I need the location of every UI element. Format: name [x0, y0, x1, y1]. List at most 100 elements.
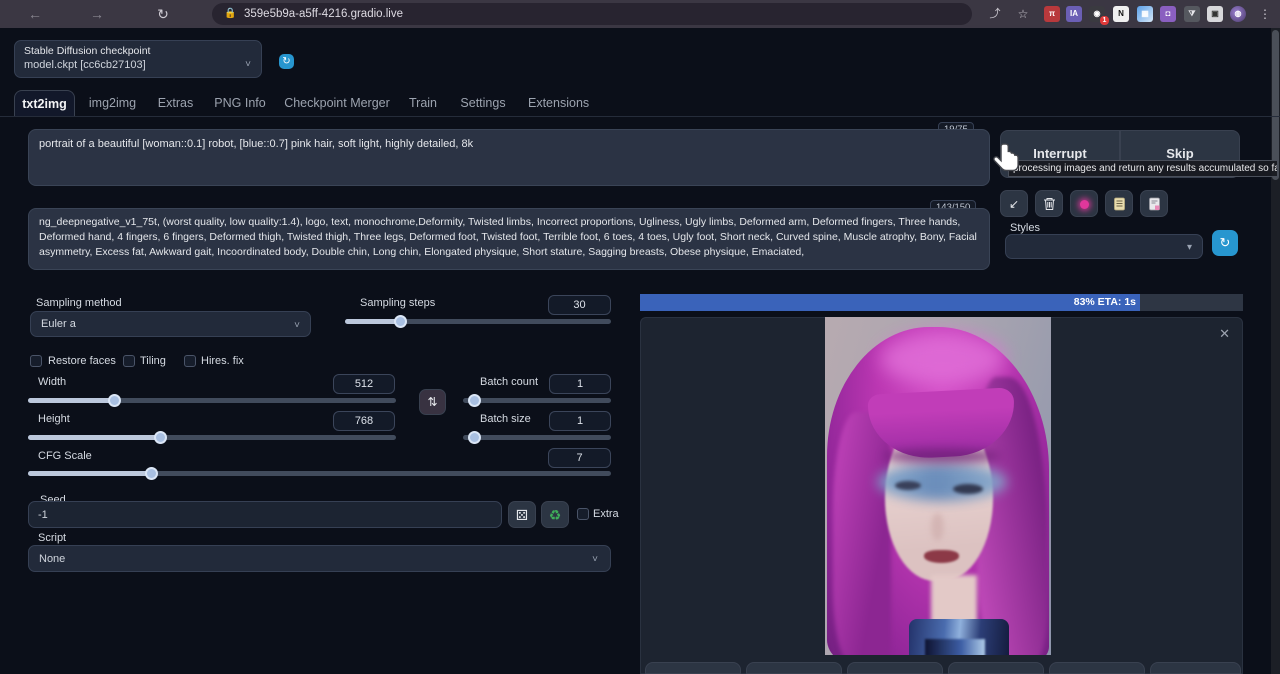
restore-faces-checkbox[interactable] [30, 355, 42, 367]
seed-input[interactable]: -1 [28, 501, 502, 528]
hires-fix-checkbox[interactable] [184, 355, 196, 367]
sampling-steps-value[interactable]: 30 [548, 295, 611, 315]
extension-glyph: π [1049, 9, 1055, 18]
trash-icon [1043, 197, 1056, 211]
batch-size-value[interactable]: 1 [549, 411, 611, 431]
seed-extra-label: Extra [593, 508, 619, 520]
sampling-method-label: Sampling method [36, 297, 122, 309]
extension-icon[interactable]: N [1113, 6, 1129, 22]
sampling-steps-label: Sampling steps [360, 297, 435, 309]
height-value[interactable]: 768 [333, 411, 395, 431]
profile-avatar[interactable]: ◍ [1230, 6, 1246, 22]
address-bar[interactable]: 🔒 359e5b9a-a5ff-4216.gradio.live [212, 3, 972, 25]
batch-count-handle[interactable] [468, 394, 481, 407]
tiling-label: Tiling [140, 355, 166, 367]
extension-glyph: ◘ [1166, 9, 1171, 18]
page-scrollbar[interactable] [1271, 28, 1280, 674]
apply-styles-button[interactable] [1105, 190, 1133, 217]
scrollbar-thumb[interactable] [1272, 30, 1279, 180]
extension-icon[interactable]: ▦ [1137, 6, 1153, 22]
chevron-down-icon: ˅ [294, 320, 300, 331]
extra-networks-button[interactable] [1070, 190, 1098, 217]
dice-icon: ⚄ [516, 507, 528, 523]
bookmark-star-icon[interactable]: ☆ [1012, 3, 1034, 25]
cfg-scale-label: CFG Scale [38, 450, 92, 462]
browser-toolbar: ← → ↻ 🔒 359e5b9a-a5ff-4216.gradio.live ⤴… [0, 0, 1280, 28]
tab-png-info[interactable]: PNG Info [212, 90, 268, 116]
width-handle[interactable] [108, 394, 121, 407]
lips [924, 550, 959, 563]
tiling-checkbox[interactable] [123, 355, 135, 367]
extension-icon[interactable]: ◘ [1160, 6, 1176, 22]
tab-train[interactable]: Train [406, 90, 440, 116]
batch-count-slider[interactable] [463, 398, 611, 403]
save-style-button[interactable] [1140, 190, 1168, 217]
extension-glyph: IA [1070, 9, 1078, 18]
sampling-steps-handle[interactable] [394, 315, 407, 328]
hand-cursor [990, 142, 1024, 178]
tab-checkpoint-merger[interactable]: Checkpoint Merger [283, 90, 391, 116]
chevron-down-icon: ▾ [1187, 242, 1192, 253]
width-label: Width [38, 376, 66, 388]
close-icon[interactable]: ✕ [1219, 326, 1230, 342]
negative-prompt-input[interactable]: ng_deepnegative_v1_75t, (worst quality, … [28, 208, 990, 270]
refresh-styles-button[interactable]: ↻ [1212, 230, 1238, 256]
back-icon[interactable]: ← [24, 3, 46, 25]
stable-diffusion-webui: ← → ↻ 🔒 359e5b9a-a5ff-4216.gradio.live ⤴… [0, 0, 1280, 674]
batch-size-slider[interactable] [463, 435, 611, 440]
right-eye [953, 484, 983, 494]
lock-icon: 🔒 [224, 3, 236, 25]
notification-badge: 1 [1100, 16, 1109, 25]
extension-icon[interactable]: ▣ [1207, 6, 1223, 22]
reload-icon[interactable]: ↻ [152, 3, 174, 25]
script-dropdown[interactable]: None ˅ [28, 545, 611, 572]
puzzle-extensions-icon[interactable]: ⧩ [1184, 6, 1200, 22]
tab-extras[interactable]: Extras [153, 90, 198, 116]
swap-dimensions-button[interactable]: ⇅ [419, 389, 446, 415]
tab-settings[interactable]: Settings [457, 90, 509, 116]
pink-dot-icon [1080, 200, 1089, 209]
share-icon[interactable]: ⤴ [984, 3, 1006, 25]
height-handle[interactable] [154, 431, 167, 444]
send-to-inpaint-button[interactable] [847, 662, 943, 674]
extension-icon[interactable]: IA [1066, 6, 1082, 22]
styles-dropdown[interactable]: ▾ [1005, 234, 1203, 259]
batch-size-handle[interactable] [468, 431, 481, 444]
cfg-scale-handle[interactable] [145, 467, 158, 480]
random-seed-button[interactable]: ⚄ [508, 501, 536, 528]
forward-icon[interactable]: → [86, 3, 108, 25]
reuse-seed-button[interactable]: ♻ [541, 501, 569, 528]
arrow-down-left-icon: ↙ [1009, 197, 1019, 211]
browser-menu-icon[interactable]: ⋮ [1254, 3, 1276, 25]
width-value[interactable]: 512 [333, 374, 395, 394]
left-eye [895, 481, 921, 490]
save-button[interactable] [645, 662, 741, 674]
tab-img2img[interactable]: img2img [85, 90, 140, 116]
robot-collar-detail [925, 639, 985, 655]
cfg-scale-value[interactable]: 7 [548, 448, 611, 468]
progress-text: 83% ETA: 1s [1060, 294, 1136, 311]
hires-fix-label: Hires. fix [201, 355, 244, 367]
send-to-extras-button[interactable] [948, 662, 1044, 674]
extension-glyph: ◉ [1094, 9, 1101, 18]
sampling-method-value: Euler a [41, 318, 76, 330]
checkpoint-dropdown[interactable]: Stable Diffusion checkpoint model.ckpt [… [14, 40, 262, 78]
open-folder-button[interactable] [1049, 662, 1145, 674]
tab-extensions[interactable]: Extensions [528, 90, 588, 116]
extension-glyph: ▣ [1211, 9, 1219, 18]
prompt-input[interactable]: portrait of a beautiful [woman::0.1] rob… [28, 129, 990, 186]
seed-extra-checkbox[interactable] [577, 508, 589, 520]
paste-params-button[interactable]: ↙ [1000, 190, 1028, 217]
send-to-img2img-button[interactable] [746, 662, 842, 674]
tab-txt2img[interactable]: txt2img [14, 90, 75, 116]
restore-faces-label: Restore faces [48, 355, 116, 367]
clear-prompt-button[interactable] [1035, 190, 1063, 217]
zip-button[interactable] [1150, 662, 1241, 674]
refresh-checkpoints-button[interactable]: ↻ [279, 54, 294, 69]
sampling-method-dropdown[interactable]: Euler a ˅ [30, 311, 311, 337]
notepad-icon [1113, 197, 1126, 211]
extension-icon[interactable]: ◉1 [1089, 6, 1105, 22]
generated-image-preview[interactable] [825, 317, 1051, 655]
batch-count-value[interactable]: 1 [549, 374, 611, 394]
extension-icon[interactable]: π [1044, 6, 1060, 22]
